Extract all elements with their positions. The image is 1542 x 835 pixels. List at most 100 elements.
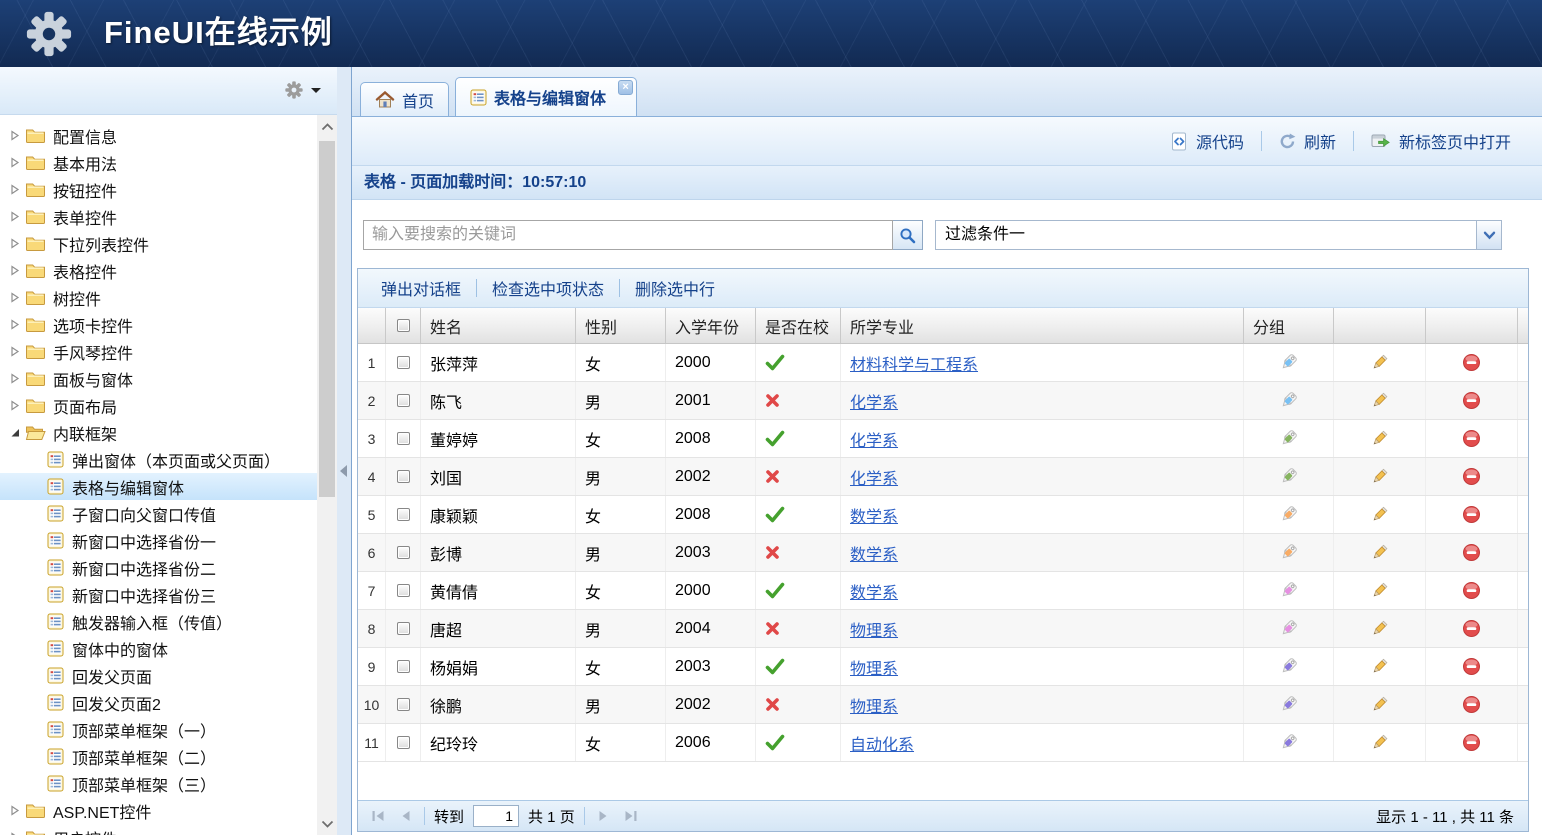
edit-button[interactable] bbox=[1370, 695, 1389, 714]
tree-leaf[interactable]: 表格与编辑窗体 bbox=[0, 473, 317, 500]
tree-folder[interactable]: 表格控件 bbox=[0, 257, 317, 284]
expander-collapsed-icon[interactable] bbox=[9, 184, 21, 195]
grid-toolbar-button[interactable]: 检查选中项状态 bbox=[477, 276, 619, 300]
delete-button[interactable] bbox=[1462, 657, 1481, 676]
filter-dropdown[interactable]: 过滤条件一 bbox=[935, 220, 1502, 250]
first-page-button[interactable] bbox=[368, 810, 388, 822]
next-page-button[interactable] bbox=[594, 810, 612, 822]
sidebar-scrollbar[interactable] bbox=[317, 115, 337, 835]
expander-collapsed-icon[interactable] bbox=[9, 238, 21, 249]
major-link[interactable]: 数学系 bbox=[850, 579, 898, 603]
delete-button[interactable] bbox=[1462, 543, 1481, 562]
tree-leaf[interactable]: 弹出窗体（本页面或父页面） bbox=[0, 446, 317, 473]
delete-button[interactable] bbox=[1462, 695, 1481, 714]
edit-button[interactable] bbox=[1370, 581, 1389, 600]
major-link[interactable]: 物理系 bbox=[850, 693, 898, 717]
tree-folder[interactable]: 用户控件 bbox=[0, 824, 317, 835]
row-checkbox[interactable] bbox=[397, 508, 410, 521]
delete-button[interactable] bbox=[1462, 391, 1481, 410]
dropdown-arrow-button[interactable] bbox=[1476, 221, 1501, 249]
scroll-down-icon[interactable] bbox=[317, 814, 337, 833]
tree-leaf[interactable]: 回发父页面 bbox=[0, 662, 317, 689]
expander-collapsed-icon[interactable] bbox=[9, 211, 21, 222]
major-link[interactable]: 材料科学与工程系 bbox=[850, 351, 978, 375]
delete-button[interactable] bbox=[1462, 505, 1481, 524]
tree-leaf[interactable]: 顶部菜单框架（三） bbox=[0, 770, 317, 797]
header-gender[interactable]: 性别 bbox=[576, 308, 666, 343]
edit-button[interactable] bbox=[1370, 467, 1389, 486]
tree-folder[interactable]: 下拉列表控件 bbox=[0, 230, 317, 257]
tree-folder[interactable]: 树控件 bbox=[0, 284, 317, 311]
expander-collapsed-icon[interactable] bbox=[9, 319, 21, 330]
action-code[interactable]: 源代码 bbox=[1153, 129, 1261, 153]
settings-menu-button[interactable] bbox=[285, 81, 321, 99]
edit-button[interactable] bbox=[1370, 733, 1389, 752]
tree-leaf[interactable]: 新窗口中选择省份三 bbox=[0, 581, 317, 608]
header-name[interactable]: 姓名 bbox=[421, 308, 576, 343]
edit-button[interactable] bbox=[1370, 353, 1389, 372]
tree-leaf[interactable]: 触发器输入框（传值） bbox=[0, 608, 317, 635]
major-link[interactable]: 自动化系 bbox=[850, 731, 914, 755]
row-checkbox[interactable] bbox=[397, 356, 410, 369]
action-newtab[interactable]: 新标签页中打开 bbox=[1354, 129, 1528, 153]
tree-leaf[interactable]: 顶部菜单框架（一） bbox=[0, 716, 317, 743]
expander-expanded-icon[interactable] bbox=[9, 427, 21, 438]
major-link[interactable]: 化学系 bbox=[850, 465, 898, 489]
expander-collapsed-icon[interactable] bbox=[9, 805, 21, 816]
header-year[interactable]: 入学年份 bbox=[666, 308, 756, 343]
row-checkbox[interactable] bbox=[397, 470, 410, 483]
edit-button[interactable] bbox=[1370, 505, 1389, 524]
expander-collapsed-icon[interactable] bbox=[9, 130, 21, 141]
prev-page-button[interactable] bbox=[397, 810, 415, 822]
tab-active[interactable]: 表格与编辑窗体× bbox=[455, 77, 637, 116]
edit-button[interactable] bbox=[1370, 543, 1389, 562]
close-icon[interactable]: × bbox=[618, 80, 633, 95]
edit-button[interactable] bbox=[1370, 391, 1389, 410]
expander-collapsed-icon[interactable] bbox=[9, 373, 21, 384]
tab-inactive[interactable]: 首页 bbox=[360, 82, 449, 116]
tree-leaf[interactable]: 新窗口中选择省份一 bbox=[0, 527, 317, 554]
expander-collapsed-icon[interactable] bbox=[9, 292, 21, 303]
search-button[interactable] bbox=[893, 220, 923, 250]
delete-button[interactable] bbox=[1462, 429, 1481, 448]
header-major[interactable]: 所学专业 bbox=[841, 308, 1244, 343]
search-input[interactable] bbox=[363, 220, 893, 250]
expander-collapsed-icon[interactable] bbox=[9, 157, 21, 168]
tree-leaf[interactable]: 顶部菜单框架（二） bbox=[0, 743, 317, 770]
tree-folder[interactable]: 按钮控件 bbox=[0, 176, 317, 203]
grid-toolbar-button[interactable]: 弹出对话框 bbox=[366, 276, 476, 300]
row-checkbox[interactable] bbox=[397, 660, 410, 673]
edit-button[interactable] bbox=[1370, 657, 1389, 676]
last-page-button[interactable] bbox=[621, 810, 641, 822]
tree-folder[interactable]: 手风琴控件 bbox=[0, 338, 317, 365]
select-all-checkbox[interactable] bbox=[397, 319, 410, 332]
edit-button[interactable] bbox=[1370, 619, 1389, 638]
delete-button[interactable] bbox=[1462, 353, 1481, 372]
tree-folder[interactable]: 表单控件 bbox=[0, 203, 317, 230]
delete-button[interactable] bbox=[1462, 581, 1481, 600]
scrollbar-thumb[interactable] bbox=[319, 141, 335, 497]
row-checkbox[interactable] bbox=[397, 432, 410, 445]
tree-folder-expanded[interactable]: 内联框架 bbox=[0, 419, 317, 446]
major-link[interactable]: 物理系 bbox=[850, 617, 898, 641]
expander-collapsed-icon[interactable] bbox=[9, 265, 21, 276]
tree-folder[interactable]: 基本用法 bbox=[0, 149, 317, 176]
row-checkbox[interactable] bbox=[397, 622, 410, 635]
delete-button[interactable] bbox=[1462, 619, 1481, 638]
page-number-input[interactable] bbox=[473, 805, 519, 827]
row-checkbox[interactable] bbox=[397, 546, 410, 559]
row-checkbox[interactable] bbox=[397, 394, 410, 407]
row-checkbox[interactable] bbox=[397, 698, 410, 711]
major-link[interactable]: 物理系 bbox=[850, 655, 898, 679]
tree-leaf[interactable]: 窗体中的窗体 bbox=[0, 635, 317, 662]
scroll-up-icon[interactable] bbox=[317, 117, 337, 136]
tree-folder[interactable]: 配置信息 bbox=[0, 122, 317, 149]
expander-collapsed-icon[interactable] bbox=[9, 400, 21, 411]
sidebar-collapse-handle[interactable] bbox=[337, 67, 351, 835]
tree-leaf[interactable]: 子窗口向父窗口传值 bbox=[0, 500, 317, 527]
delete-button[interactable] bbox=[1462, 733, 1481, 752]
tree-leaf[interactable]: 回发父页面2 bbox=[0, 689, 317, 716]
grid-toolbar-button[interactable]: 删除选中行 bbox=[620, 276, 730, 300]
row-checkbox[interactable] bbox=[397, 736, 410, 749]
tree-folder[interactable]: 选项卡控件 bbox=[0, 311, 317, 338]
